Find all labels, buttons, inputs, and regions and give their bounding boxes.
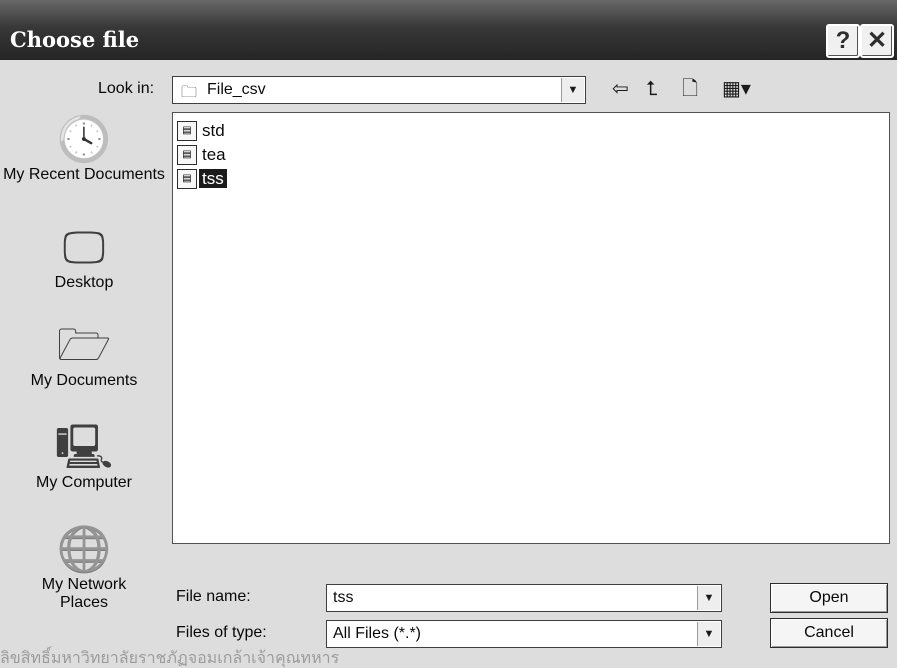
open-button[interactable]: Open [770,583,888,613]
my-documents-icon: 🗁 [56,321,112,370]
file-type-select[interactable]: All Files (*.*) ▼ [326,620,722,648]
file-type-value: All Files (*.*) [333,625,422,642]
file-item-selected[interactable]: ▤ tss [177,169,227,191]
dialog-title: Choose file [10,27,140,52]
file-name-value: tss [333,589,354,606]
close-button[interactable]: ✕ [860,24,894,58]
look-in-label: Look in: [98,80,155,97]
views-menu-icon[interactable]: ▦▾ [722,78,751,100]
csv-file-icon: ▤ [177,145,197,165]
file-name: tss [199,169,227,188]
help-button[interactable]: ? [826,24,860,58]
recent-documents-icon: 🕓 [56,115,112,164]
look-in-combobox[interactable]: 🗀 File_csv ▼ [172,76,586,104]
folder-icon: 🗀 [181,84,198,101]
choose-file-dialog: Choose file ? ✕ Look in: 🗀 File_csv ▼ ⇦ … [0,0,897,668]
back-arrow-icon[interactable]: ⇦ [612,78,629,100]
place-my-computer[interactable]: 🖳 My Computer [0,422,168,492]
place-my-network-places[interactable]: 🌐 My Network Places [0,524,168,612]
cancel-button[interactable]: Cancel [770,618,888,648]
new-folder-icon[interactable]: 🗋 [682,78,698,100]
place-label: My Computer [35,474,133,491]
look-in-value: File_csv [207,81,266,98]
file-item[interactable]: ▤ tea [177,145,229,167]
up-folder-icon[interactable]: ⮤ [646,78,658,100]
place-my-recent-documents[interactable]: 🕓 My Recent Documents [0,114,168,184]
file-list[interactable]: ▤ std ▤ tea ▤ tss [172,112,890,544]
places-bar: 🕓 My Recent Documents 🖵 Desktop 🗁 My Doc… [0,110,168,665]
file-name: std [202,121,225,140]
file-name-label: File name: [176,588,251,605]
network-places-icon: 🌐 [56,525,112,574]
place-label: My Documents [30,372,138,389]
title-bar: Choose file ? ✕ [0,0,897,60]
desktop-icon: 🖵 [62,223,106,272]
chevron-down-icon[interactable]: ▼ [561,78,584,102]
chevron-down-icon[interactable]: ▼ [697,586,720,610]
my-computer-icon: 🖳 [54,423,114,472]
chevron-down-icon[interactable]: ▼ [697,622,720,646]
place-label: My Recent Documents [3,166,165,183]
file-name-field[interactable]: tss ▼ [326,584,722,612]
place-desktop[interactable]: 🖵 Desktop [0,222,168,292]
csv-file-icon: ▤ [177,169,197,189]
place-label: My Network Places [41,576,127,611]
file-type-label: Files of type: [176,624,267,641]
place-label: Desktop [54,274,114,291]
watermark-text: ลิขสิทธิ์มหาวิทยาลัยราชภัฏจอมเกล้าเจ้าคุ… [0,648,340,667]
place-my-documents[interactable]: 🗁 My Documents [0,320,168,390]
csv-file-icon: ▤ [177,121,197,141]
file-name: tea [202,145,226,164]
file-item[interactable]: ▤ std [177,121,228,143]
